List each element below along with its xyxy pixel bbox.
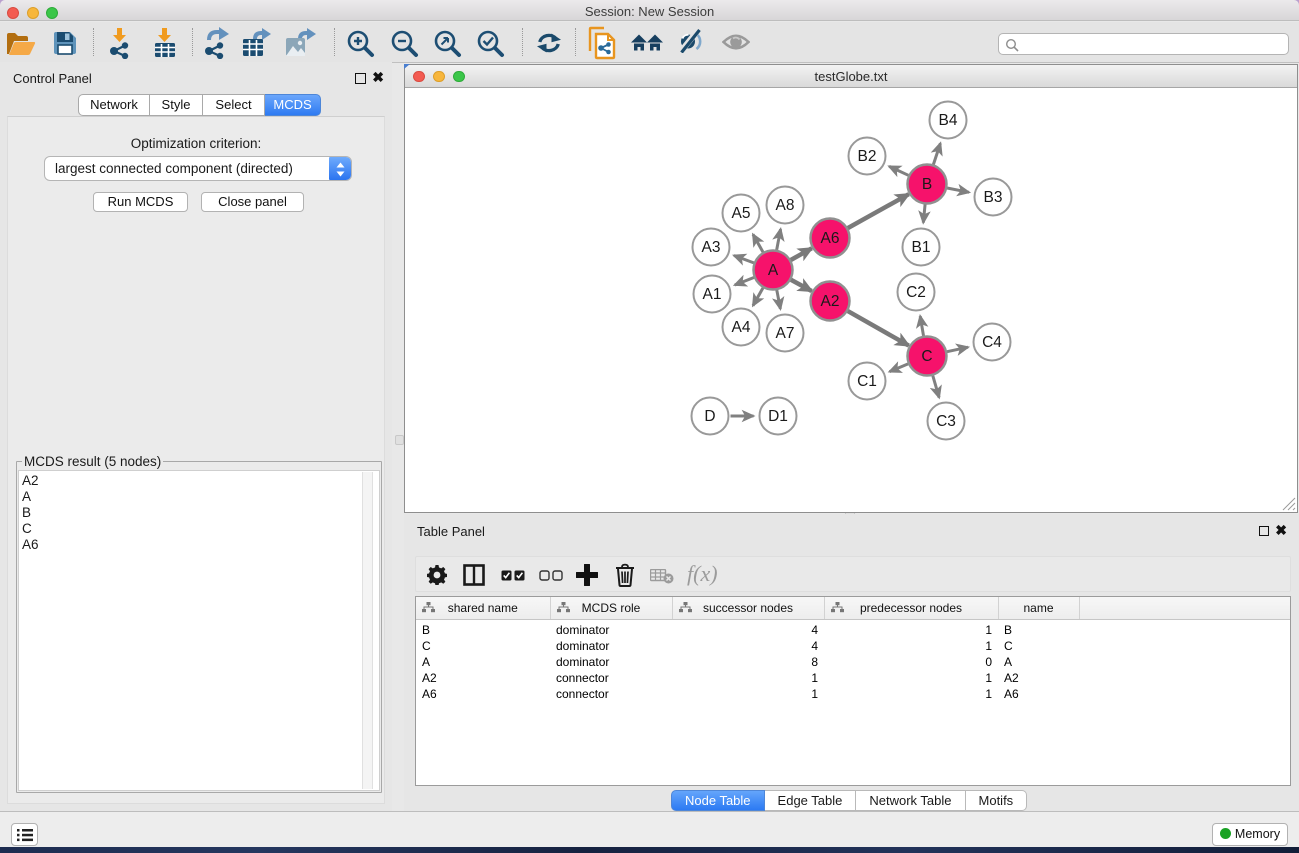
svg-text:A8: A8 bbox=[776, 197, 795, 214]
svg-text:B2: B2 bbox=[858, 148, 877, 165]
svg-text:A3: A3 bbox=[702, 239, 721, 256]
svg-text:A5: A5 bbox=[732, 205, 751, 222]
svg-text:A: A bbox=[768, 262, 779, 279]
svg-text:B: B bbox=[922, 176, 932, 193]
svg-text:A6: A6 bbox=[821, 230, 840, 247]
svg-text:C3: C3 bbox=[936, 413, 956, 430]
svg-text:D: D bbox=[704, 408, 715, 425]
svg-text:B1: B1 bbox=[912, 239, 931, 256]
svg-text:D1: D1 bbox=[768, 408, 788, 425]
svg-text:B4: B4 bbox=[939, 112, 958, 129]
svg-text:C2: C2 bbox=[906, 284, 926, 301]
svg-text:A7: A7 bbox=[776, 325, 795, 342]
svg-text:A2: A2 bbox=[821, 293, 840, 310]
svg-text:A4: A4 bbox=[732, 319, 751, 336]
svg-text:B3: B3 bbox=[984, 189, 1003, 206]
svg-text:A1: A1 bbox=[703, 286, 722, 303]
svg-text:C: C bbox=[921, 348, 932, 365]
svg-text:C4: C4 bbox=[982, 334, 1002, 351]
svg-text:C1: C1 bbox=[857, 373, 877, 390]
